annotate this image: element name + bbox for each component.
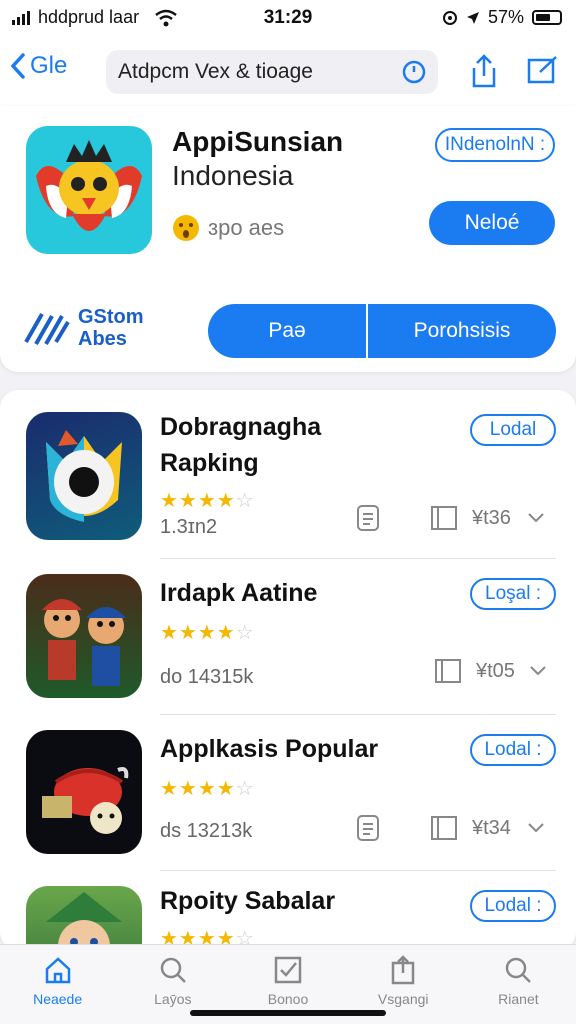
region-tag[interactable]: INdenolnN : [435, 128, 555, 162]
featured-subtitle: Indonesia [172, 160, 294, 191]
rotation-lock-icon [442, 10, 457, 25]
checkbox-icon [274, 956, 302, 984]
star-rating: ★★★★☆ [160, 622, 255, 644]
segment-1[interactable]: Porohsisis [368, 304, 556, 358]
share-icon [391, 955, 415, 985]
nav-bar: Gle Atdpcm Vex & tioage [0, 36, 576, 106]
book-icon[interactable] [430, 815, 458, 841]
divider [160, 558, 556, 559]
mask-icon [46, 430, 122, 522]
document-icon[interactable] [356, 814, 380, 842]
tab-label: Bonoo [267, 991, 309, 1007]
edit-icon[interactable] [526, 54, 560, 86]
tab-0[interactable]: Neaede [0, 945, 115, 1024]
brand-line-1: GStom [78, 306, 144, 328]
app-icon [26, 574, 142, 698]
back-button[interactable]: Gle [10, 52, 67, 80]
segmented-control: Paə Porohsisis [208, 304, 556, 358]
get-button[interactable]: Lodal : [470, 734, 556, 766]
tab-label: Rianet [498, 991, 539, 1007]
featured-action-button[interactable]: Neloé [429, 201, 555, 245]
back-label: Gle [30, 52, 68, 79]
chevron-down-icon[interactable] [527, 822, 545, 834]
emoji-icon [173, 215, 199, 241]
tab-label: Neaede [33, 991, 83, 1007]
tab-4[interactable]: Rianet [461, 945, 576, 1024]
get-button[interactable]: Lodal : [470, 890, 556, 922]
book-icon[interactable] [434, 658, 462, 684]
brand-logo: GStom Abes [22, 306, 144, 350]
book-icon[interactable] [430, 505, 458, 531]
app-title-line-1: Applkasis Popular [160, 735, 379, 763]
stripes-logo-icon [24, 313, 70, 345]
list-item[interactable]: Rpoity Sabalar ★★★★☆ Lodal : [0, 884, 576, 944]
elf-character-icon [46, 892, 122, 944]
app-title-line-1: Irdapk Aatine [160, 579, 318, 607]
app-title-line-2: Rapking [160, 449, 259, 477]
app-icon [26, 730, 142, 854]
price: ¥t36 [472, 506, 511, 529]
search-text: Atdpcm Vex & tioage [118, 60, 313, 83]
search-field[interactable]: Atdpcm Vex & tioage [106, 50, 438, 94]
price: ¥t05 [476, 659, 515, 682]
chevron-left-icon [10, 53, 25, 79]
featured-meta-text: ɜpo aes [208, 215, 285, 240]
chevron-down-icon[interactable] [527, 512, 545, 524]
featured-meta: ɜpo aes [172, 214, 284, 242]
divider [160, 714, 556, 715]
list-item[interactable]: Applkasis Popular ★★★★☆ ds 13213k Lodal … [0, 730, 576, 880]
status-bar: hddprud laar 31:29 57% [0, 0, 576, 36]
app-meta: 1.3ɪn2 [160, 516, 218, 538]
tab-label: Laȳos [154, 991, 192, 1007]
list-item[interactable]: Irdapk Aatine ★★★★☆ do 14315k Loşal : ¥t… [0, 574, 576, 724]
app-meta: do 14315k [160, 666, 254, 688]
home-indicator[interactable] [190, 1010, 386, 1016]
row-actions: ¥t05 [434, 658, 547, 684]
app-meta: ds 13213k [160, 820, 253, 842]
app-icon [26, 412, 142, 540]
get-button[interactable]: Loşal : [470, 578, 556, 610]
segment-0[interactable]: Paə [208, 304, 368, 358]
refresh-icon[interactable] [400, 58, 428, 86]
battery-percent: 57% [487, 7, 524, 27]
characters-icon [42, 599, 126, 686]
tab-label: Vsgangi [377, 991, 429, 1007]
battery-icon [532, 10, 562, 25]
search-icon [160, 957, 186, 983]
bird-mascot-icon [36, 140, 142, 231]
share-icon[interactable] [470, 54, 498, 88]
row-actions: ¥t34 [356, 814, 545, 842]
brand-line-2: Abes [78, 328, 127, 350]
chevron-down-icon[interactable] [529, 665, 547, 677]
app-title-line-1: Rpoity Sabalar [160, 887, 336, 915]
log-character-icon [42, 767, 129, 834]
featured-title: AppiSunsian [172, 126, 344, 157]
price: ¥t34 [472, 816, 511, 839]
search-icon [506, 957, 532, 983]
app-icon [26, 886, 142, 944]
star-rating: ★★★★☆ [160, 778, 255, 800]
row-actions: ¥t36 [356, 504, 545, 532]
divider [160, 870, 556, 871]
document-icon[interactable] [356, 504, 380, 532]
featured-app-icon[interactable] [26, 126, 152, 254]
app-title-line-1: Dobragnagha [160, 413, 322, 441]
location-icon [466, 11, 479, 24]
house-icon [45, 957, 70, 984]
list-item[interactable]: Dobragnagha Rapking ★★★★☆ 1.3ɪn2 Lodal ¥… [0, 410, 576, 560]
star-rating: ★★★★☆ [160, 490, 255, 512]
star-rating: ★★★★☆ [160, 928, 255, 944]
get-button[interactable]: Lodal [470, 414, 556, 446]
